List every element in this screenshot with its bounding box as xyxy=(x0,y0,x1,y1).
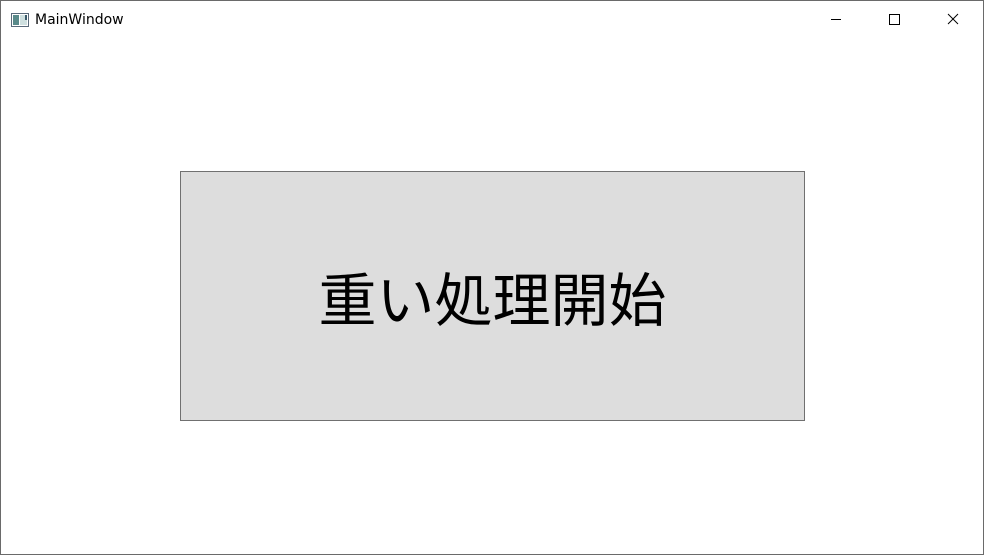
close-button[interactable] xyxy=(930,1,976,37)
start-heavy-process-button[interactable]: 重い処理開始 xyxy=(180,171,805,421)
window-title: MainWindow xyxy=(35,12,124,28)
window-client-area: 重い処理開始 xyxy=(1,38,983,554)
window-app-icon xyxy=(11,12,29,27)
maximize-button[interactable] xyxy=(871,1,917,37)
start-heavy-process-label: 重い処理開始 xyxy=(318,267,667,335)
maximize-icon xyxy=(888,10,900,29)
title-bar[interactable]: MainWindow xyxy=(1,1,983,38)
main-window: MainWindow 重い処理開始 xyxy=(0,0,984,555)
minimize-icon xyxy=(830,10,842,29)
close-icon xyxy=(947,10,959,29)
minimize-button[interactable] xyxy=(813,1,859,37)
